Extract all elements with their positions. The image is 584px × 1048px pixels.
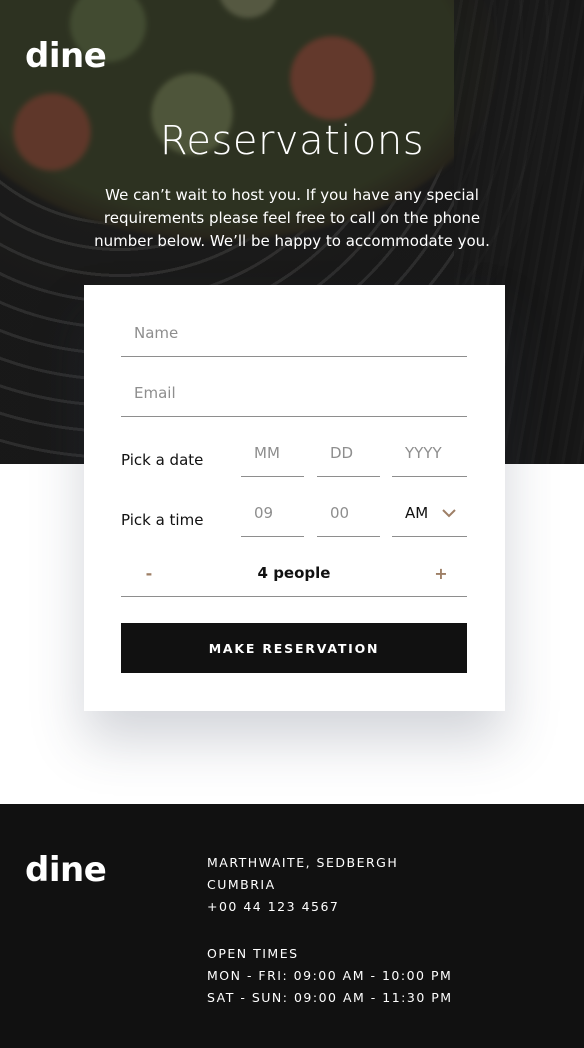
ampm-select[interactable]: AM <box>392 489 467 537</box>
header-logo[interactable]: dine <box>25 36 107 76</box>
hours-heading: OPEN TIMES <box>207 946 299 961</box>
footer-logo[interactable]: dine <box>25 850 107 890</box>
phone-number: +00 44 123 4567 <box>207 899 340 914</box>
address-line: CUMBRIA <box>207 877 276 892</box>
minute-input[interactable] <box>317 489 380 537</box>
reservation-form: Pick a date Pick a time AM - 4 people + … <box>84 285 505 711</box>
hour-input[interactable] <box>241 489 304 537</box>
people-stepper: - 4 people + <box>121 549 467 597</box>
make-reservation-button[interactable]: MAKE RESERVATION <box>121 623 467 673</box>
day-input[interactable] <box>317 429 380 477</box>
address-line: MARTHWAITE, SEDBERGH <box>207 855 399 870</box>
increase-people-button[interactable]: + <box>427 559 455 587</box>
people-count: 4 people <box>257 564 331 582</box>
hero-description: We can’t wait to host you. If you have a… <box>94 186 490 250</box>
footer-address: MARTHWAITE, SEDBERGH CUMBRIA +00 44 123 … <box>207 852 398 918</box>
date-label: Pick a date <box>121 451 204 469</box>
page-title: Reservations <box>159 118 425 164</box>
year-input[interactable] <box>392 429 467 477</box>
name-input[interactable] <box>121 309 467 357</box>
chevron-down-icon <box>442 509 456 518</box>
time-label: Pick a time <box>121 511 204 529</box>
footer: dine MARTHWAITE, SEDBERGH CUMBRIA +00 44… <box>0 804 584 1048</box>
month-input[interactable] <box>241 429 304 477</box>
email-input[interactable] <box>121 369 467 417</box>
hours-line: SAT - SUN: 09:00 AM - 11:30 PM <box>207 990 453 1005</box>
hours-line: MON - FRI: 09:00 AM - 10:00 PM <box>207 968 453 983</box>
ampm-value: AM <box>405 504 429 522</box>
footer-hours: OPEN TIMES MON - FRI: 09:00 AM - 10:00 P… <box>207 943 453 1009</box>
